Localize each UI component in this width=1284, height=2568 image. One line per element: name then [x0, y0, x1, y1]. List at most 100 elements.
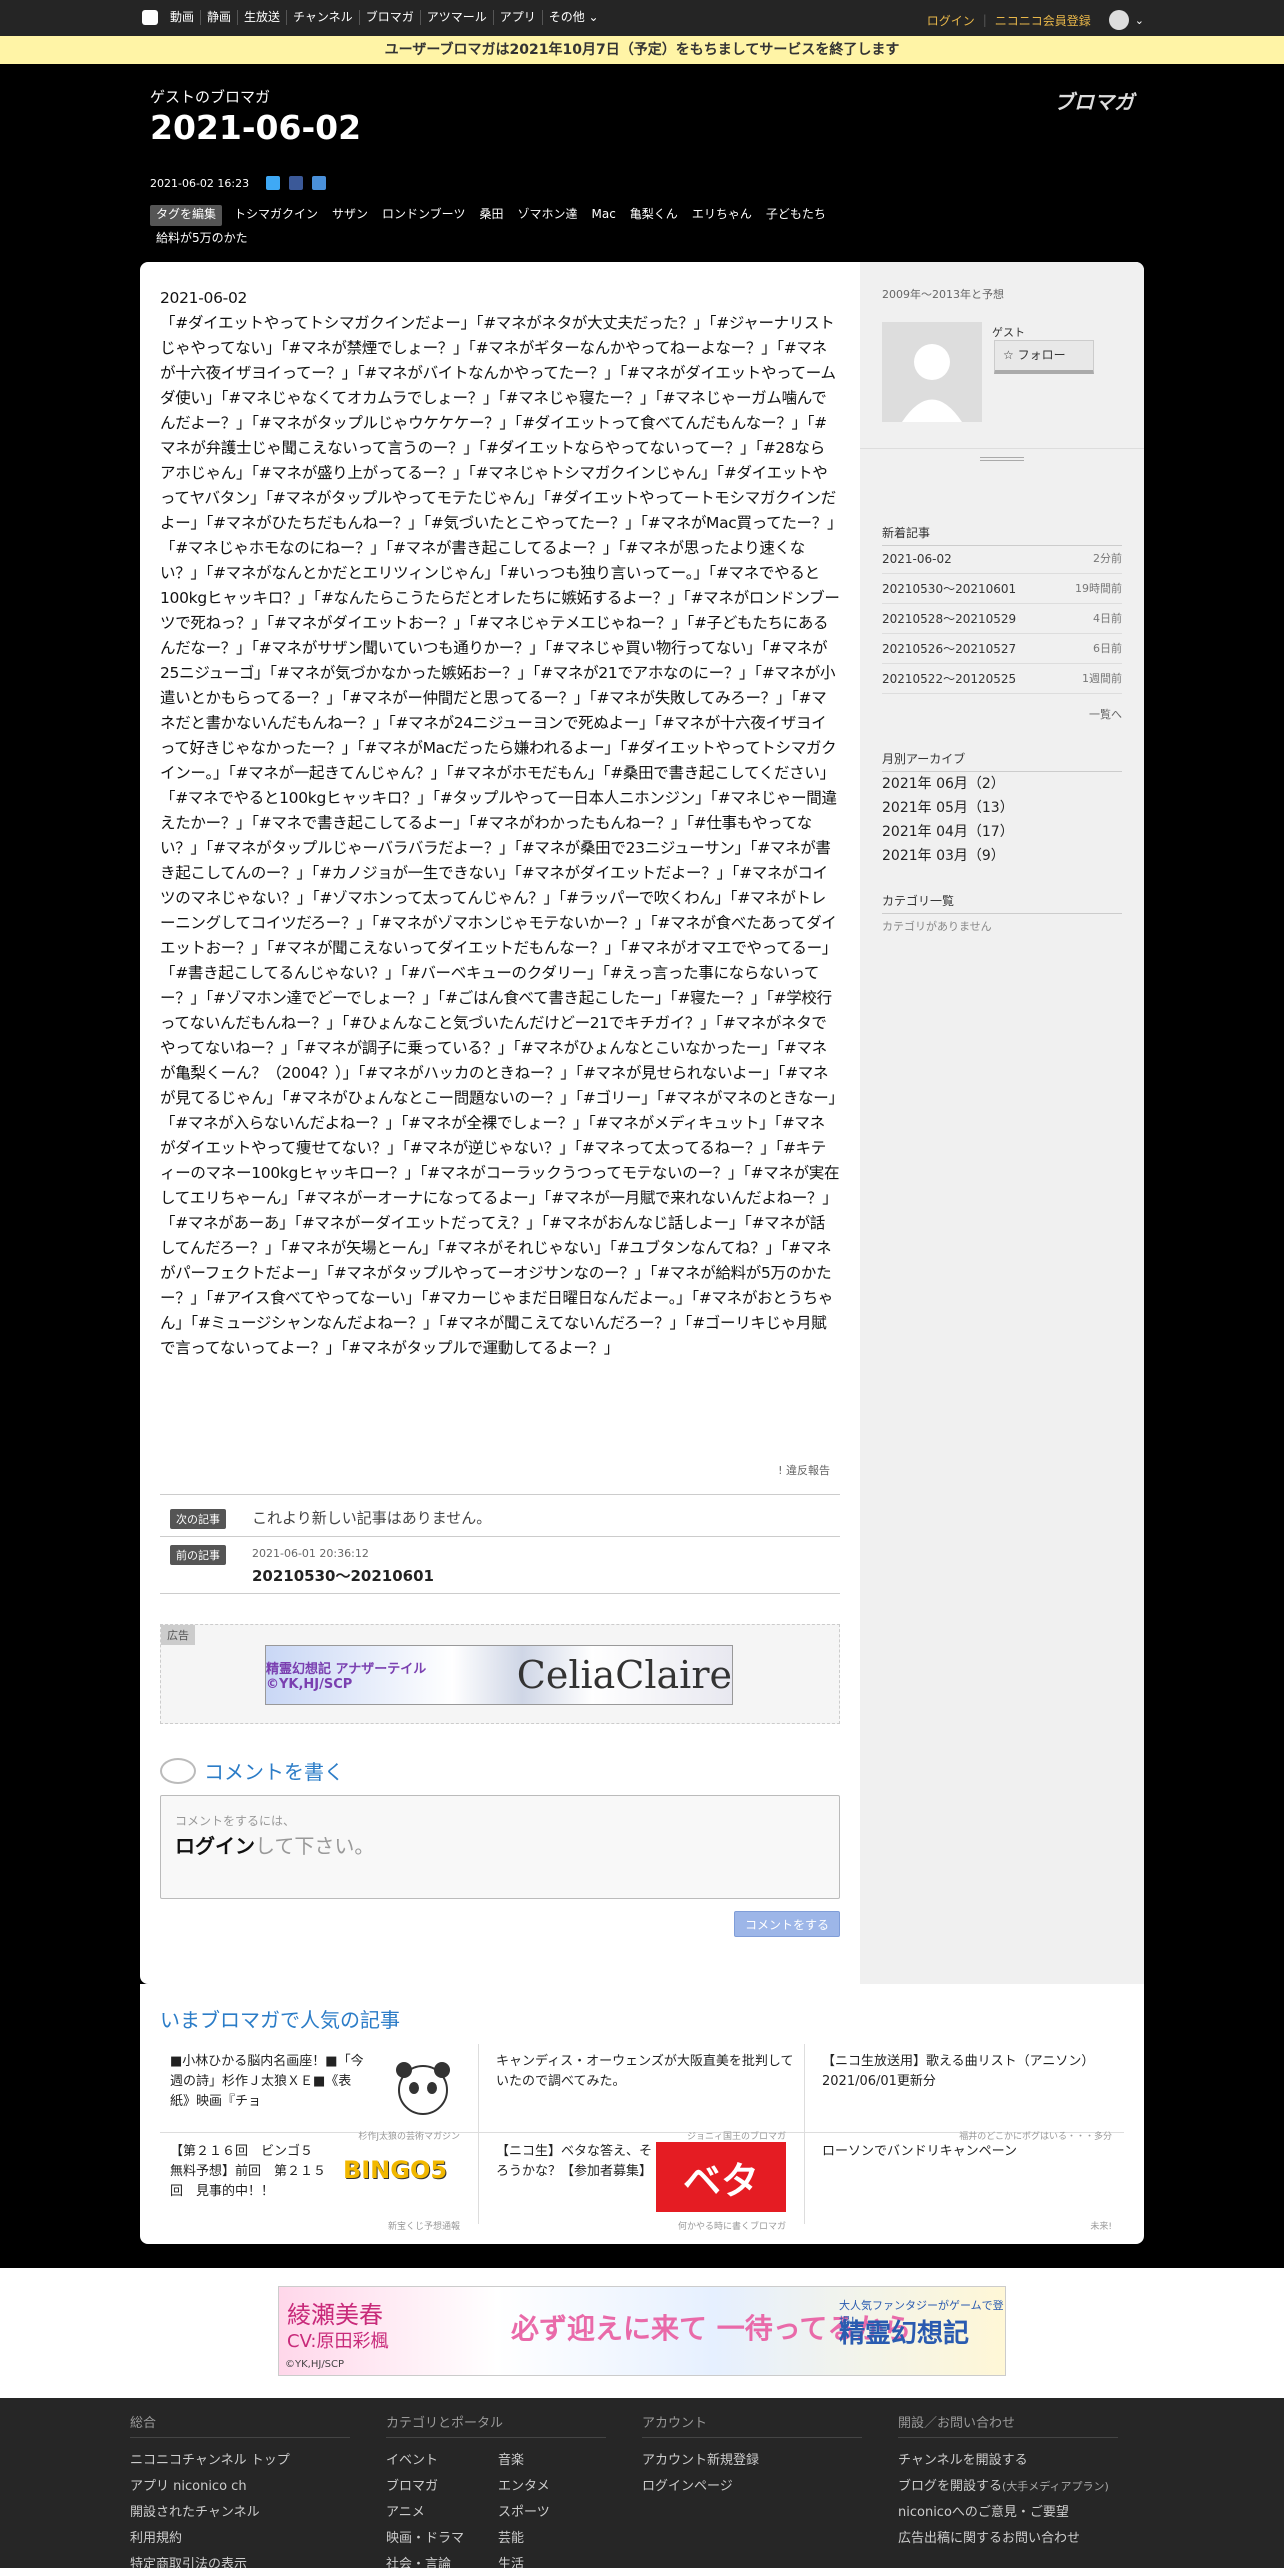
footer-link[interactable]: アニメ — [386, 2500, 498, 2526]
nav-video[interactable]: 動画 — [166, 10, 200, 25]
more-link[interactable]: 一覧へ — [882, 706, 1122, 722]
tag[interactable]: サザン — [332, 202, 368, 226]
profile-name[interactable]: ゲスト — [992, 324, 1025, 340]
comment-submit-button[interactable]: コメントをする — [734, 1911, 840, 1937]
comment-login-prompt[interactable]: ログインして下さい。 — [175, 1830, 374, 1859]
footer-link[interactable]: ブロマガ — [386, 2474, 498, 2500]
recent-title[interactable]: 20210528～20210529 — [882, 604, 1016, 633]
footer-link[interactable]: 広告出稿に関するお問い合わせ — [898, 2526, 1118, 2552]
popular-item[interactable]: 【ニコ生】ベタな答え、そろうかな？【参加者募集】 ベタ 何かやる時に書くブロマガ — [486, 2142, 796, 2232]
tag[interactable]: 給料が5万のかた — [150, 226, 248, 250]
user-avatar-icon[interactable] — [1108, 10, 1129, 30]
bromaga-logo[interactable]: ブロマガ — [1054, 86, 1134, 115]
tag[interactable]: 桑田 — [479, 202, 503, 226]
collapse-grip-icon[interactable] — [980, 457, 1024, 461]
nav-atsumaru[interactable]: アツマール — [419, 10, 493, 25]
footer-link[interactable]: niconicoへのご意見・ご要望 — [898, 2500, 1118, 2526]
footer-link[interactable]: ログインページ — [642, 2474, 862, 2500]
tag[interactable]: 子どもたち — [766, 202, 826, 226]
popular-item-blog[interactable]: 福井のどこかにポグはいる・・・多分 — [959, 2129, 1112, 2142]
footer-link[interactable]: 利用規約 — [130, 2526, 350, 2552]
footer-link[interactable]: 映画・ドラマ — [386, 2526, 498, 2552]
popular-item-title[interactable]: 【ニコ生放送用】歌える曲リスト（アニソン） 2021/06/01更新分 — [822, 2052, 1122, 2092]
popular-item-blog[interactable]: 何かやる時に書くブロマガ — [678, 2219, 786, 2232]
footer-link[interactable]: イベント — [386, 2448, 498, 2474]
recent-title[interactable]: 20210526～20210527 — [882, 634, 1016, 663]
list-item[interactable]: 2021年 04月（17） — [882, 820, 1122, 844]
nav-blomaga[interactable]: ブロマガ — [358, 10, 420, 25]
tag[interactable]: トシマガクイン — [234, 202, 318, 226]
report-link[interactable]: ! 違反報告 — [160, 1462, 830, 1478]
service-end-notice[interactable]: ユーザーブロマガは2021年10月7日（予定）をもちましてサービスを終了します — [0, 36, 1284, 64]
recent-title[interactable]: 20210530～20210601 — [882, 574, 1016, 603]
avatar[interactable] — [882, 322, 982, 422]
footer-link[interactable]: エンタメ — [498, 2474, 610, 2500]
tag[interactable]: 亀梨くん — [630, 202, 678, 226]
tag[interactable]: ゾマホン達 — [517, 202, 577, 226]
footer-link[interactable]: チャンネルを開設する — [898, 2448, 1118, 2474]
hatena-icon[interactable] — [312, 176, 326, 190]
popular-item[interactable]: ローソンでバンドリキャンペーン 未来! — [812, 2142, 1122, 2232]
list-item[interactable]: 2021年 03月（9） — [882, 844, 1122, 868]
popular-item-blog[interactable]: 新宝くじ予想通報 — [388, 2219, 460, 2232]
tag[interactable]: ロンドンブーツ — [382, 202, 465, 226]
list-item[interactable]: 2021年 05月（13） — [882, 796, 1122, 820]
follow-button[interactable]: ☆ フォロー — [994, 340, 1094, 374]
footer-link[interactable]: 音楽 — [498, 2448, 610, 2474]
footer-link-text[interactable]: ブログを開設する — [898, 2479, 1002, 2494]
tag[interactable]: エリちゃん — [692, 202, 752, 226]
footer-link[interactable]: 社会・言論 — [386, 2552, 498, 2568]
popular-item-blog[interactable]: 未来! — [1090, 2219, 1112, 2232]
list-item[interactable]: 20210528～20210529 4日前 — [882, 604, 1122, 634]
register-link[interactable]: ニコニコ会員登録 — [995, 12, 1091, 29]
comment-login-link[interactable]: ログイン — [175, 1834, 255, 1858]
ad-banner[interactable]: 精霊幻想記 アナザーテイル ©YK,HJ/SCP Celia Claire — [265, 1645, 733, 1705]
tag-edit-button[interactable]: タグを編集 — [150, 205, 223, 226]
nav-live[interactable]: 生放送 — [237, 10, 286, 25]
comment-input[interactable]: コメントをするには、 ログインして下さい。 — [160, 1795, 840, 1899]
blog-name[interactable]: ゲストのブロマガ — [150, 86, 270, 107]
popular-item[interactable]: 【第２１６回 ビンゴ５ 無料予想】前回 第２１５回 見事的中！！ BINGO5 … — [160, 2142, 470, 2232]
niconico-logo-icon[interactable] — [142, 10, 158, 25]
footer-link[interactable]: アプリ niconico ch — [130, 2474, 350, 2500]
popular-item[interactable]: ■小林ひかる脳内名画座！■「今週の詩」杉作Ｊ太狼ＸＥ■《表紙》映画『チョ 杉作J… — [160, 2052, 470, 2142]
nav-app[interactable]: アプリ — [492, 10, 542, 25]
footer-link[interactable]: アカウント新規登録 — [642, 2448, 862, 2474]
twitter-icon[interactable] — [266, 176, 280, 190]
footer-link[interactable]: 開設されたチャンネル — [130, 2500, 350, 2526]
footer-ad-banner[interactable]: 綾瀬美春 CV:原田彩楓 必ず迎えに来て 一待ってるから 大人気ファンタジーがゲ… — [278, 2286, 1006, 2376]
tag[interactable]: Mac — [591, 202, 615, 226]
list-item[interactable]: 20210522～20120525 1週間前 — [882, 664, 1122, 694]
chevron-down-icon[interactable]: ⌄ — [1135, 14, 1144, 27]
list-item[interactable]: 2021年 06月（2） — [882, 772, 1122, 796]
popular-item-title[interactable]: 【第２１６回 ビンゴ５ 無料予想】前回 第２１５回 見事的中！！ — [170, 2142, 330, 2202]
list-item[interactable]: 20210530～20210601 19時間前 — [882, 574, 1122, 604]
nav-channel[interactable]: チャンネル — [286, 10, 359, 25]
nav-other[interactable]: その他 ⌄ — [541, 10, 605, 25]
recent-title[interactable]: 20210522～20120525 — [882, 664, 1016, 693]
recent-title[interactable]: 2021-06-02 — [882, 544, 952, 573]
beta-thumbnail[interactable]: ベタ — [656, 2142, 786, 2212]
popular-item-blog[interactable]: 杉作J太狼の芸術マガジン — [358, 2129, 460, 2142]
popular-item[interactable]: 【ニコ生放送用】歌える曲リスト（アニソン） 2021/06/01更新分 福井のど… — [812, 2052, 1122, 2142]
prev-article-title[interactable]: 20210530～20210601 — [252, 1565, 434, 1586]
footer-link[interactable]: 生活 — [498, 2552, 610, 2568]
nav-seiga[interactable]: 静画 — [200, 10, 237, 25]
footer-link[interactable]: 芸能 — [498, 2526, 610, 2552]
facebook-icon[interactable] — [289, 176, 303, 190]
footer-link[interactable]: スポーツ — [498, 2500, 610, 2526]
popular-item[interactable]: キャンディス・オーウェンズが大阪直美を批判していたので調べてみた。 ジョニィ国王… — [486, 2052, 796, 2142]
list-item[interactable]: 2021-06-02 2分前 — [882, 544, 1122, 574]
footer-link[interactable]: ブログを開設する(大手メディアプラン) — [898, 2474, 1118, 2500]
prev-article-row[interactable]: 前の記事 2021-06-01 20:36:12 20210530～202106… — [160, 1536, 840, 1594]
popular-item-title[interactable]: ローソンでバンドリキャンペーン — [822, 2142, 1122, 2162]
popular-item-title[interactable]: ■小林ひかる脳内名画座！■「今週の詩」杉作Ｊ太狼ＸＥ■《表紙》映画『チョ — [170, 2052, 370, 2112]
list-item[interactable]: 20210526～20210527 6日前 — [882, 634, 1122, 664]
popular-item-title[interactable]: キャンディス・オーウェンズが大阪直美を批判していたので調べてみた。 — [496, 2052, 796, 2092]
bingo5-thumbnail[interactable]: BINGO5 — [330, 2142, 460, 2198]
login-link[interactable]: ログイン — [927, 12, 975, 29]
footer-link[interactable]: ニコニコチャンネル トップ — [130, 2448, 350, 2474]
popular-item-blog[interactable]: ジョニィ国王のブロマガ — [687, 2129, 786, 2142]
panda-thumbnail-icon[interactable] — [386, 2052, 460, 2122]
popular-item-title[interactable]: 【ニコ生】ベタな答え、そろうかな？【参加者募集】 — [496, 2142, 656, 2202]
